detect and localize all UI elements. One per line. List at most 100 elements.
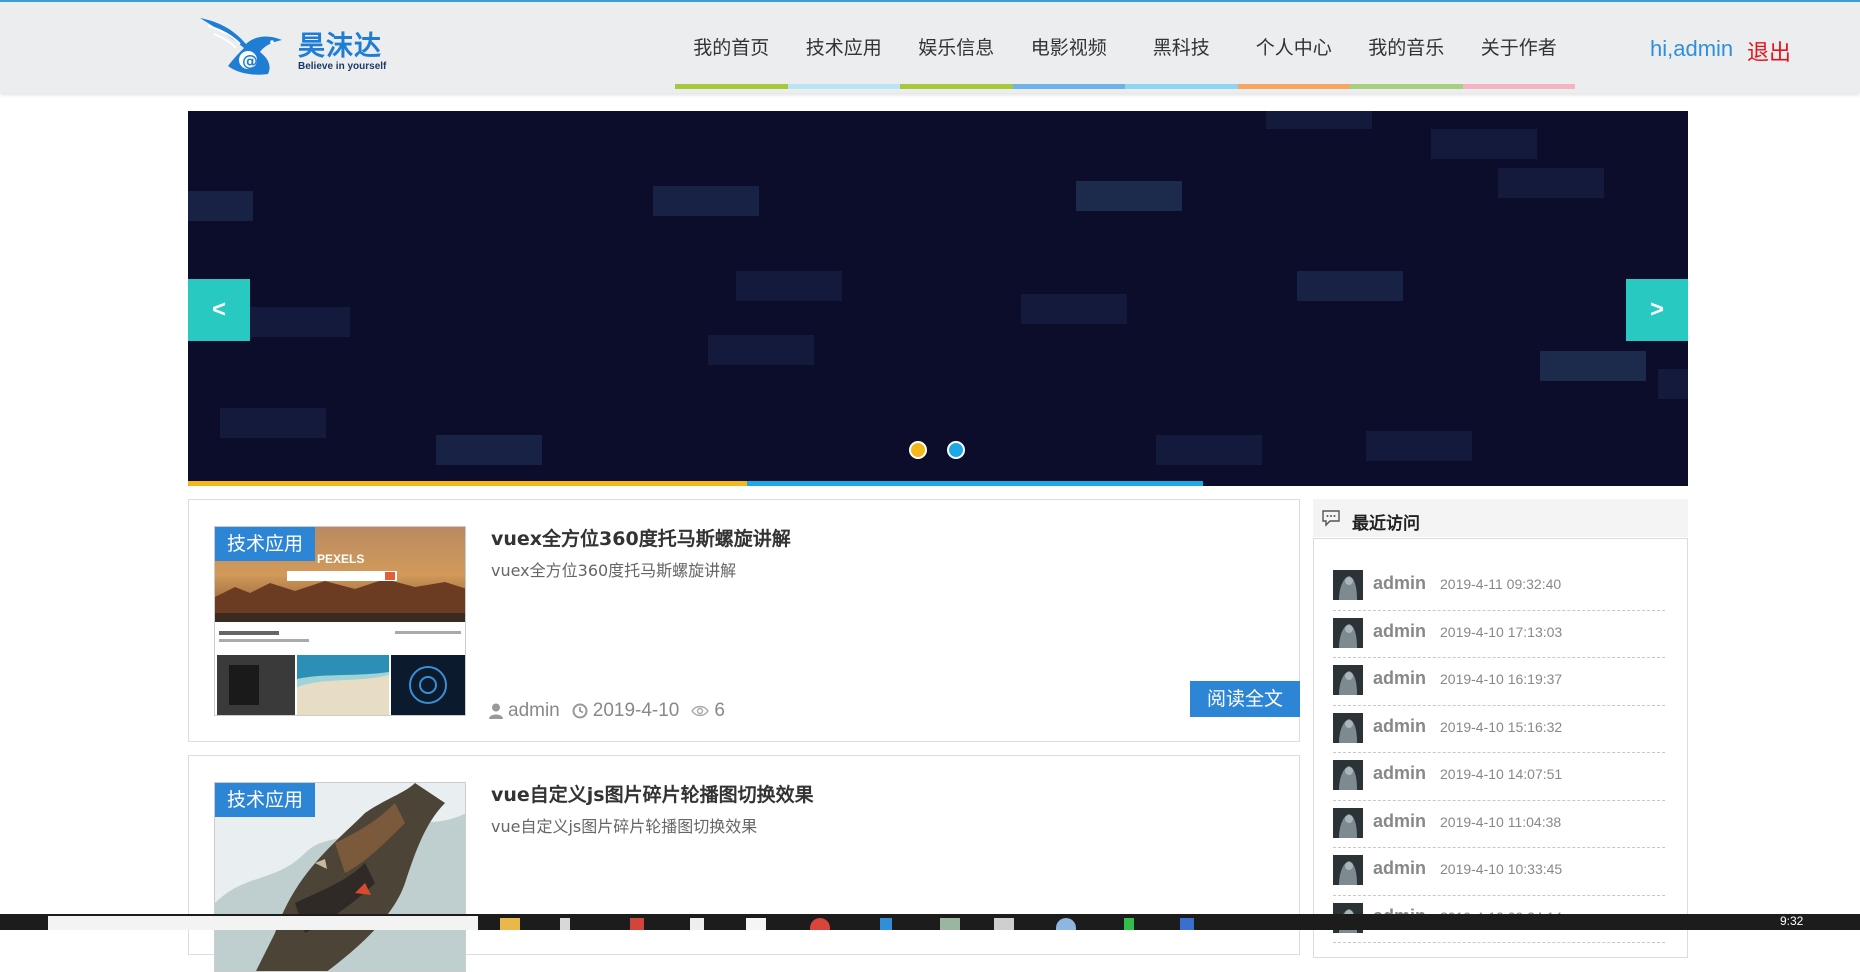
list-item[interactable]: admin 2019-4-10 15:16:32	[1333, 706, 1665, 753]
nav-item-label: 我的首页	[693, 37, 770, 59]
banner-dot-1[interactable]	[909, 441, 927, 459]
banner-dots	[909, 441, 965, 459]
nav-item-movies[interactable]: 电影视频	[1012, 2, 1125, 92]
nav-item-label: 电影视频	[1030, 37, 1107, 59]
article-views: 6	[691, 700, 725, 722]
chrome-icon[interactable]	[810, 918, 830, 930]
banner-tile	[436, 435, 542, 465]
nav-color-bar	[787, 84, 900, 89]
nav-item-label: 个人中心	[1255, 37, 1332, 59]
logout-link[interactable]: 退出	[1747, 35, 1791, 67]
nav-color-bar	[675, 84, 788, 89]
app-icon-doc[interactable]	[1180, 918, 1194, 930]
app-icon-plus[interactable]	[1124, 918, 1134, 930]
banner-tile	[250, 307, 350, 337]
article-title[interactable]: vuex全方位360度托马斯螺旋讲解	[491, 524, 791, 551]
nav-item-music[interactable]: 我的音乐	[1350, 2, 1463, 92]
visitor-name: admin	[1373, 620, 1427, 641]
file-explorer-icon[interactable]	[500, 918, 520, 930]
recent-visits-title: 最近访问	[1352, 514, 1420, 534]
vscode-icon[interactable]	[880, 918, 892, 930]
nav-color-bar	[1462, 84, 1575, 89]
nav-color-bar	[1125, 84, 1238, 89]
visitor-name: admin	[1373, 668, 1427, 688]
nav-item-about[interactable]: 关于作者	[1462, 2, 1575, 92]
bird-logo-icon: @	[200, 18, 282, 75]
article-card: PEXELS 技术应用 vuex全方位360度托马斯螺旋讲解 vuex全方位36…	[188, 499, 1300, 742]
banner-tile	[188, 191, 253, 221]
eye-icon	[691, 705, 710, 717]
site-logo[interactable]: @ 昊沫达 Believe in yourself	[198, 14, 388, 80]
avatar	[1333, 617, 1363, 648]
site-header: @ 昊沫达 Believe in yourself 我的首页 技术应用 娱乐信息…	[0, 0, 1860, 93]
visit-time: 2019-4-10 10:33:45	[1440, 861, 1563, 877]
nav-item-label: 黑科技	[1152, 37, 1210, 59]
avatar	[1333, 665, 1363, 695]
banner-tile	[1266, 111, 1372, 129]
pin-icon[interactable]	[560, 918, 570, 930]
banner-prev-button[interactable]: <	[188, 279, 250, 341]
visit-time: 2019-4-10 11:04:38	[1440, 813, 1562, 830]
banner-tile	[1076, 181, 1182, 211]
banner-tile	[1540, 351, 1646, 381]
avatar	[1333, 807, 1363, 838]
nav-color-bar	[1237, 84, 1350, 89]
recent-visits-header: 最近访问	[1313, 499, 1688, 537]
article-thumbnail[interactable]: 技术应用	[214, 782, 466, 972]
banner-tile	[1021, 294, 1127, 324]
app-icon-red[interactable]	[630, 918, 644, 930]
banner-tile	[708, 335, 814, 365]
banner-tile	[736, 271, 842, 301]
recent-visits-list: admin 2019-4-11 09:32:40 admin 2019-4-10…	[1333, 563, 1665, 943]
banner-dot-2[interactable]	[947, 441, 965, 459]
article-category-tag[interactable]: 技术应用	[215, 783, 316, 817]
article-date: 2019-4-10	[572, 700, 679, 722]
banner-progress-bar	[188, 481, 1688, 486]
list-item[interactable]: admin 2019-4-10 10:33:45	[1333, 848, 1665, 896]
avatar	[1333, 570, 1363, 600]
list-item[interactable]: admin 2019-4-11 09:32:40	[1333, 563, 1665, 611]
app-icon-green[interactable]	[940, 918, 960, 930]
visitor-name: admin	[1373, 763, 1427, 783]
app-icon-white[interactable]	[690, 918, 704, 930]
nav-item-entertainment[interactable]: 娱乐信息	[900, 2, 1013, 92]
list-item[interactable]: admin 2019-4-10 14:07:51	[1333, 753, 1665, 801]
nav-item-label: 娱乐信息	[918, 37, 995, 59]
banner-tile	[1156, 435, 1262, 465]
banner-tile	[1431, 129, 1537, 159]
avatar	[1333, 712, 1363, 743]
banner-next-button[interactable]: >	[1626, 279, 1688, 341]
article-author-name: admin	[508, 700, 560, 721]
nav-item-blacktech[interactable]: 黑科技	[1125, 2, 1238, 92]
read-more-button[interactable]: 阅读全文	[1190, 681, 1300, 717]
nav-color-bar	[1012, 84, 1125, 89]
app-icon-gray[interactable]	[994, 918, 1014, 930]
visit-time: 2019-4-10 15:16:32	[1440, 718, 1563, 735]
main-nav: 我的首页 技术应用 娱乐信息 电影视频 黑科技 个人中心 我的音乐 关于作者	[675, 2, 1575, 92]
clock-icon	[572, 703, 588, 719]
list-item[interactable]: admin 2019-4-10 17:13:03	[1333, 611, 1665, 658]
taskbar-clock: 9:32	[1780, 914, 1804, 928]
article-title[interactable]: vue自定义js图片碎片轮播图切换效果	[491, 780, 814, 807]
article-description: vuex全方位360度托马斯螺旋讲解	[491, 561, 737, 580]
article-thumbnail-text: PEXELS	[317, 552, 364, 566]
nav-item-home[interactable]: 我的首页	[675, 2, 788, 92]
taskbar-search-box[interactable]	[48, 916, 478, 930]
nav-item-profile[interactable]: 个人中心	[1237, 2, 1350, 92]
list-item[interactable]: admin 2019-4-10 11:04:38	[1333, 801, 1665, 848]
app-icon-light[interactable]	[746, 918, 766, 930]
banner-tile	[220, 408, 326, 438]
banner-tile	[1498, 168, 1604, 198]
list-item[interactable]: admin 2019-4-10 16:19:37	[1333, 658, 1665, 706]
nav-item-tech[interactable]: 技术应用	[787, 2, 900, 92]
app-icon-blue[interactable]	[1056, 918, 1076, 930]
visitor-name: admin	[1373, 858, 1427, 878]
article-thumbnail[interactable]: PEXELS 技术应用	[214, 526, 466, 716]
article-category-tag[interactable]: 技术应用	[215, 527, 316, 561]
banner-progress-segment-2	[747, 481, 1203, 486]
banner-carousel: < >	[188, 111, 1688, 486]
article-description: vue自定义js图片碎片轮播图切换效果	[491, 817, 758, 836]
banner-tile	[653, 186, 759, 216]
banner-progress-segment-1	[188, 481, 747, 486]
visitor-name: admin	[1373, 810, 1427, 831]
